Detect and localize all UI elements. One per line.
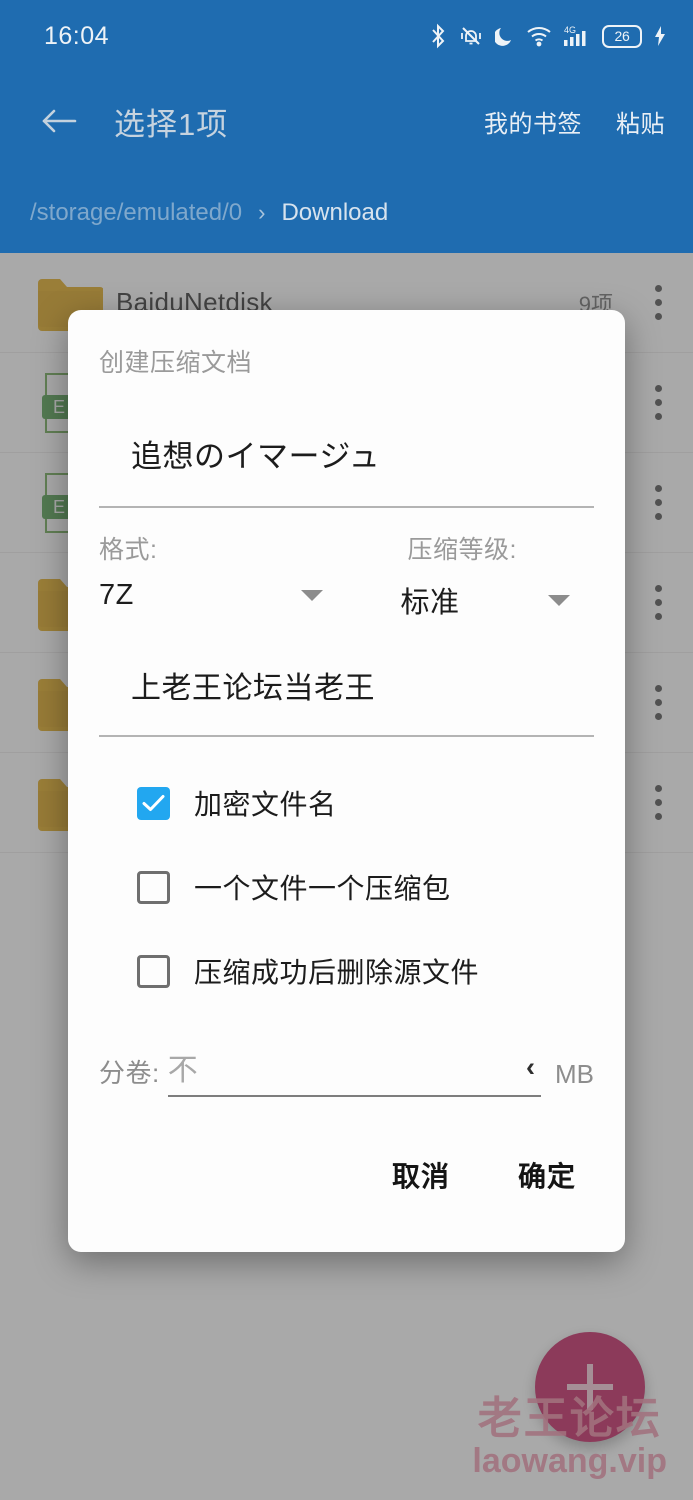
format-value: 7Z: [99, 579, 134, 611]
battery-level: 26: [614, 28, 630, 44]
format-column: 格式: 7Z: [99, 530, 347, 621]
dialog-actions: 取消 确定: [99, 1155, 594, 1195]
breadcrumb-root[interactable]: /storage/emulated/0: [30, 199, 242, 227]
archive-name-input[interactable]: 追想のイマージュ: [99, 379, 594, 476]
breadcrumb: /storage/emulated/0 › Download: [0, 186, 693, 240]
split-unit: MB: [555, 1059, 594, 1089]
signal-4g-icon: 4G: [563, 24, 591, 48]
cancel-button[interactable]: 取消: [392, 1155, 450, 1195]
charging-bolt-icon: [653, 25, 667, 47]
create-archive-dialog: 创建压缩文档 追想のイマージュ 格式: 7Z 压缩等级: 标准 上老王论坛当老王…: [68, 310, 625, 1252]
battery-icon: 26: [602, 24, 642, 48]
divider: [99, 735, 594, 737]
level-column: 压缩等级: 标准: [347, 530, 595, 621]
chevron-right-icon: ›: [258, 200, 266, 225]
chevron-left-icon[interactable]: ‹: [526, 1052, 541, 1083]
password-input[interactable]: 上老王论坛当老王: [99, 621, 594, 707]
divider: [99, 506, 594, 508]
app-bar: 16:04 4G 26 选择1项 我的书签 粘贴 /storage/emulat…: [0, 0, 693, 253]
bluetooth-icon: [429, 23, 447, 49]
dialog-title: 创建压缩文档: [99, 349, 253, 377]
checkbox-label: 一个文件一个压缩包: [194, 873, 451, 904]
split-value: 不: [167, 1054, 198, 1087]
chevron-down-icon: [548, 594, 570, 606]
checkbox-unchecked-icon: [137, 954, 170, 988]
breadcrumb-current[interactable]: Download: [281, 199, 388, 227]
chevron-down-icon: [300, 590, 323, 601]
format-level-row: 格式: 7Z 压缩等级: 标准: [99, 530, 594, 621]
vibrate-bell-icon: [458, 24, 484, 48]
status-icons: 4G 26: [429, 23, 667, 49]
format-dropdown[interactable]: 7Z: [99, 579, 347, 612]
level-label: 压缩等级:: [407, 536, 517, 564]
wifi-icon: [526, 25, 552, 47]
toolbar: 选择1项 我的书签 粘贴: [0, 78, 693, 164]
back-arrow-icon[interactable]: [32, 94, 86, 148]
status-bar: 16:04 4G 26: [0, 0, 693, 72]
dnd-moon-icon: [495, 25, 515, 47]
split-size-input[interactable]: 不 ‹: [167, 1045, 541, 1097]
format-label: 格式:: [99, 536, 158, 564]
level-value: 标准: [400, 587, 460, 619]
status-clock: 16:04: [44, 21, 110, 50]
split-volume-row: 分卷: 不 ‹ MB: [99, 1045, 594, 1097]
confirm-button[interactable]: 确定: [518, 1155, 576, 1195]
paste-button[interactable]: 粘贴: [616, 104, 665, 139]
checkbox-encrypt-filenames[interactable]: 加密文件名: [99, 783, 594, 823]
checkbox-label: 加密文件名: [194, 789, 337, 820]
level-dropdown[interactable]: 标准: [347, 579, 595, 621]
svg-text:4G: 4G: [564, 25, 576, 35]
checkbox-one-file-per-archive[interactable]: 一个文件一个压缩包: [99, 867, 594, 907]
checkbox-unchecked-icon: [137, 870, 170, 904]
split-label: 分卷:: [99, 1058, 160, 1088]
page-title: 选择1项: [114, 106, 229, 142]
checkbox-delete-source-after[interactable]: 压缩成功后删除源文件: [99, 951, 594, 991]
checkbox-label: 压缩成功后删除源文件: [194, 957, 480, 988]
my-bookmarks-button[interactable]: 我的书签: [484, 104, 582, 139]
checkbox-checked-icon: [137, 786, 170, 820]
